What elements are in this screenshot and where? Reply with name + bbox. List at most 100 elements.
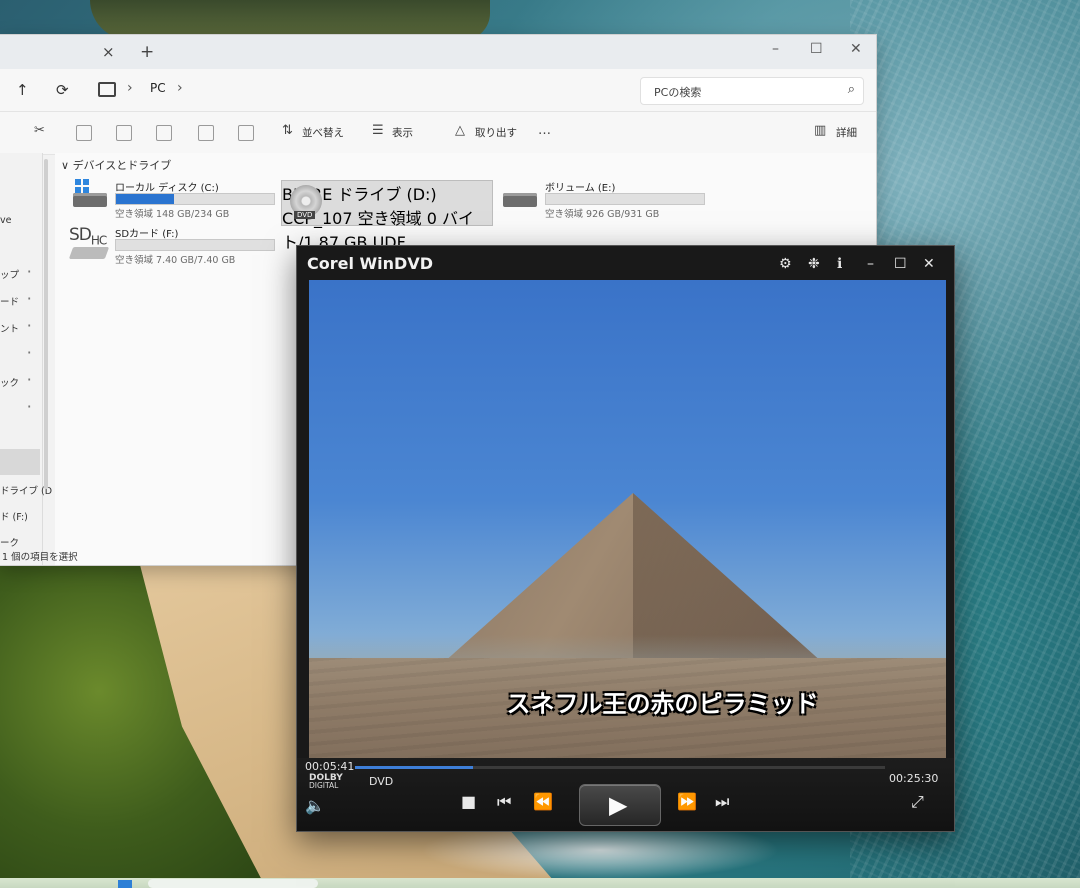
explorer-tab-bar: × + – ☐ ✕ xyxy=(0,35,876,69)
hard-drive-icon xyxy=(503,193,537,207)
dvd-badge: DVD xyxy=(294,211,316,219)
pin-icon: ⬝ xyxy=(28,375,31,385)
drive-f[interactable]: SDHC SDカード (F:) 空き領域 7.40 GB/7.40 GB xyxy=(55,225,285,266)
nav-item[interactable]: ック xyxy=(0,375,19,389)
sort-icon[interactable]: ⇅ xyxy=(282,123,293,138)
settings-gear-icon[interactable]: ⚙ xyxy=(779,256,792,272)
total-time: 00:25:30 xyxy=(889,772,939,785)
pin-icon: ⬝ xyxy=(28,348,31,358)
maximize-button[interactable]: ☐ xyxy=(810,41,823,57)
effects-icon[interactable]: ❉ xyxy=(808,256,820,272)
nav-item[interactable]: ップ xyxy=(0,267,19,281)
cut-icon[interactable]: ✂ xyxy=(34,123,45,138)
rewind-button[interactable]: ⏪ xyxy=(533,792,553,811)
drive-free-space: 空き領域 7.40 GB/7.40 GB xyxy=(115,255,236,266)
next-chapter-button[interactable]: ⏭ xyxy=(715,792,729,812)
play-button[interactable]: ▶ xyxy=(579,784,661,826)
search-icon: ⌕ xyxy=(847,82,855,97)
drive-usage-bar xyxy=(115,193,275,205)
nav-item-network[interactable]: ーク xyxy=(0,535,19,549)
view-button[interactable]: 表示 xyxy=(392,125,413,140)
close-button[interactable]: ✕ xyxy=(923,256,935,272)
drive-usage-bar xyxy=(545,193,705,205)
copy-icon[interactable] xyxy=(76,125,92,141)
maximize-button[interactable]: ☐ xyxy=(894,256,907,272)
taskbar-search[interactable] xyxy=(148,879,318,888)
player-title: Corel WinDVD xyxy=(307,254,433,273)
nav-scrollbar[interactable] xyxy=(44,159,48,489)
eject-button[interactable]: 取り出す xyxy=(475,125,517,140)
seek-bar[interactable] xyxy=(355,766,885,769)
fast-forward-button[interactable]: ⏩ xyxy=(677,792,697,811)
drive-c[interactable]: ローカル ディスク (C:) 空き領域 148 GB/234 GB xyxy=(59,179,289,220)
drive-free-space: 空き領域 148 GB/234 GB xyxy=(115,209,230,220)
drive-usage-bar xyxy=(115,239,275,251)
tab-close-icon[interactable]: × xyxy=(102,43,115,61)
group-header[interactable]: ∨ デバイスとドライブ xyxy=(61,157,171,173)
more-options-icon[interactable]: … xyxy=(538,123,551,138)
start-button[interactable] xyxy=(118,880,132,888)
view-icon[interactable]: ☰ xyxy=(372,123,384,138)
up-arrow-icon[interactable]: ↑ xyxy=(16,81,29,99)
share-icon[interactable] xyxy=(198,125,214,141)
drive-name: ローカル ディスク (C:) xyxy=(115,183,219,194)
player-control-bar: 00:05:41 00:25:30 DOLBY DIGITAL DVD 🔈 ■ … xyxy=(297,758,954,831)
nav-item[interactable]: ード xyxy=(0,294,19,308)
pin-icon: ⬝ xyxy=(28,321,31,331)
eject-icon[interactable]: △ xyxy=(455,123,465,138)
delete-icon[interactable] xyxy=(238,125,254,141)
taskbar xyxy=(0,878,1080,888)
nav-selected-item[interactable] xyxy=(0,449,40,475)
volume-icon[interactable]: 🔈 xyxy=(305,796,325,815)
status-bar: 1 個の項目を選択 xyxy=(2,552,78,563)
details-button[interactable]: 詳細 xyxy=(836,125,857,140)
drive-name: SDカード (F:) xyxy=(115,229,179,240)
previous-chapter-button[interactable]: ⏮ xyxy=(497,792,511,812)
group-header-label: デバイスとドライブ xyxy=(72,159,172,172)
address-bar: ↑ ⟳ › PC › PCの検索 ⌕ xyxy=(0,69,876,112)
nav-item[interactable]: ve xyxy=(0,215,11,226)
command-bar: ✂ ⇅ 並べ替え ☰ 表示 △ 取り出す … ▥ 詳細 xyxy=(0,112,876,155)
breadcrumb[interactable]: PC xyxy=(150,81,166,95)
play-icon: ▶ xyxy=(609,791,628,819)
details-pane-icon[interactable]: ▥ xyxy=(814,123,826,138)
sdhc-logo: SDHC xyxy=(69,225,107,248)
nav-item-drive-f[interactable]: ド (F:) xyxy=(0,509,28,523)
hard-drive-icon xyxy=(73,193,107,207)
video-subtitle: スネフル王の赤のピラミッド xyxy=(506,690,819,718)
chevron-right-icon[interactable]: › xyxy=(177,80,183,96)
dolby-logo-line2: DIGITAL xyxy=(309,781,339,790)
rename-icon[interactable] xyxy=(156,125,172,141)
search-input[interactable]: PCの検索 ⌕ xyxy=(640,77,864,105)
new-tab-icon[interactable]: + xyxy=(140,42,154,62)
computer-icon xyxy=(98,82,116,97)
info-icon[interactable]: ℹ xyxy=(837,256,842,272)
drive-e[interactable]: ボリューム (E:) 空き領域 926 GB/931 GB xyxy=(501,179,731,220)
seek-progress xyxy=(355,766,474,769)
minimize-button[interactable]: – xyxy=(772,41,779,57)
media-format: DVD xyxy=(369,775,394,788)
windows-logo-icon xyxy=(75,179,89,193)
paste-icon[interactable] xyxy=(116,125,132,141)
drive-usage-fill xyxy=(116,194,175,204)
refresh-icon[interactable]: ⟳ xyxy=(56,81,69,99)
nav-item[interactable]: ント xyxy=(0,321,19,335)
drive-name: ボリューム (E:) xyxy=(545,183,616,194)
pin-icon: ⬝ xyxy=(28,294,31,304)
close-button[interactable]: ✕ xyxy=(850,41,862,57)
pin-icon: ⬝ xyxy=(28,267,31,277)
windvd-player-window: Corel WinDVD ⚙ ❉ ℹ – ☐ ✕ スネフル王の赤のピラミッド 0… xyxy=(296,245,955,832)
dolby-digital-logo: DOLBY DIGITAL xyxy=(309,774,343,790)
sort-button[interactable]: 並べ替え xyxy=(302,125,344,140)
sd-card-icon xyxy=(68,247,110,259)
fullscreen-icon[interactable]: ⤢ xyxy=(911,792,924,812)
drive-d-selected[interactable]: DVD BD-RE ドライブ (D:) CCP_107 空き領域 0 バイト/1… xyxy=(281,180,493,252)
minimize-button[interactable]: – xyxy=(867,256,874,272)
elapsed-time: 00:05:41 xyxy=(305,760,355,773)
navigation-pane: ve ップ ⬝ ード ⬝ ント ⬝ ⬝ ック ⬝ ⬝ ドライブ (D ド (F:… xyxy=(0,153,52,565)
drive-free-space: 空き領域 926 GB/931 GB xyxy=(545,209,660,220)
stop-button[interactable]: ■ xyxy=(461,792,476,811)
pin-icon: ⬝ xyxy=(28,402,31,412)
search-placeholder: PCの検索 xyxy=(654,86,702,99)
video-frame[interactable]: スネフル王の赤のピラミッド xyxy=(309,280,946,770)
